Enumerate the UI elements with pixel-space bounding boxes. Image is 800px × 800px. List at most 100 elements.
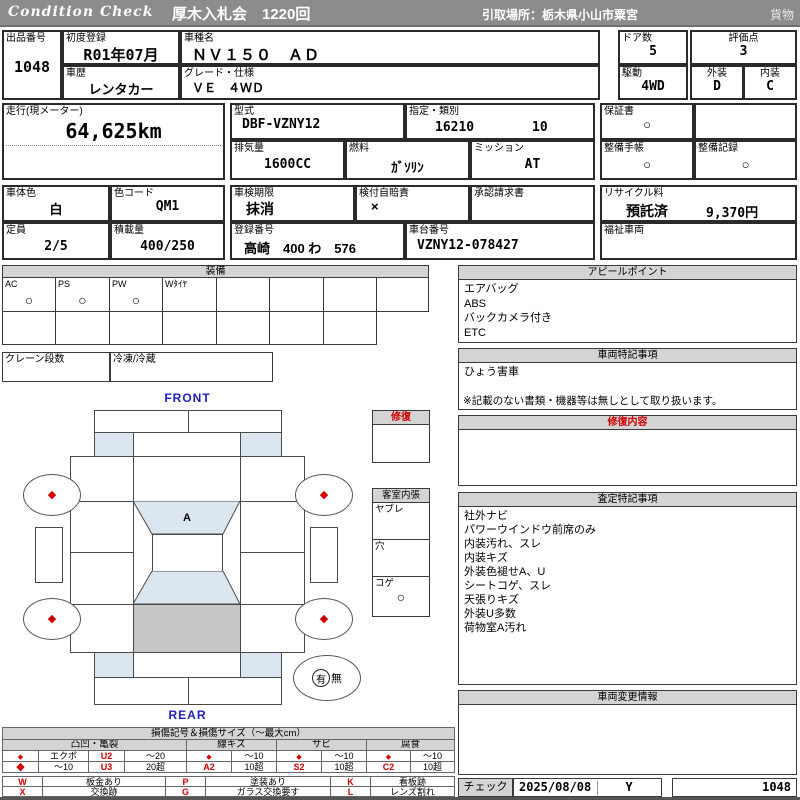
assessment-notes-title: 査定特記事項: [459, 493, 796, 507]
model-code-value: DBF-VZNY12: [242, 117, 321, 132]
equipment-cell-pw: PW ○: [109, 277, 163, 312]
assessment-line: シートコゲ、スレ: [464, 580, 552, 592]
cabin-row-burn: コゲ ○: [375, 578, 406, 605]
transmission-value: AT: [524, 157, 541, 172]
exterior-grade-value: D: [713, 79, 721, 94]
color-code-label: 色コード: [114, 188, 154, 199]
assessment-line: 荷物室A汚れ: [464, 622, 527, 634]
equipment-title: 装備: [205, 266, 226, 277]
grade-label: グレード・仕様: [184, 68, 254, 79]
assessment-line: パワーウインドウ前席のみ: [464, 524, 596, 536]
class-value-1: 16210: [435, 120, 475, 135]
recycle-fee-cell: リサイクル料 預託済 9,370円: [600, 185, 797, 222]
fuel-cell: 燃料 ｶﾞｿﾘﾝ: [345, 140, 470, 180]
cabin-lining-box: 客室内張 ヤブレ 穴 コゲ ○: [372, 488, 430, 617]
fuel-label: 燃料: [349, 143, 369, 154]
condition-check-sheet: Condition Check 厚木入札会 1220回 引取場所：栃木県小山市粟…: [0, 0, 800, 800]
legend-r2-sym: S2: [276, 761, 322, 773]
legend-desc-x: 交換跡: [42, 786, 166, 797]
registration-number-value: 高崎 400 わ 576: [244, 241, 356, 256]
color-code-cell: 色コード QM1: [110, 185, 225, 222]
class-label: 指定・類別: [409, 106, 459, 117]
approval-request-label: 承認請求書: [474, 188, 524, 199]
capacity-value: 2/5: [44, 239, 68, 254]
assessment-line: 外装色褪せA、U: [464, 566, 546, 578]
equipment-row2-cell: [55, 311, 110, 345]
recycle-fee-label: リサイクル料: [604, 188, 664, 199]
vehicle-change-info-panel: 車両変更情報: [458, 690, 797, 775]
model-code-cell: 型式 DBF-VZNY12: [230, 103, 405, 140]
legend-r2-val: 10超: [410, 761, 455, 773]
legend-r2-val: 10超: [231, 761, 277, 773]
roof: [152, 534, 223, 572]
maintenance-book-value: ○: [643, 157, 651, 172]
assessment-line: 社外ナビ: [464, 510, 508, 522]
warranty-label: 保証書: [604, 106, 634, 117]
vehicle-category-label: 貨物: [769, 8, 794, 22]
history-value: レンタカー: [88, 82, 154, 97]
chassis-number-cell: 車台番号 VZNY12-078427: [405, 222, 595, 260]
first-registration-cell: 初度登録 R01年07月: [62, 30, 180, 65]
rear-bumper-left: [94, 677, 189, 705]
history-label: 車歴: [66, 68, 86, 79]
front-right-wheel: ◆: [295, 474, 353, 516]
lot-number-label: 出品番号: [6, 33, 46, 44]
legend-r2-sym: ◆: [2, 761, 39, 773]
load-capacity-label: 積載量: [114, 225, 144, 236]
body-color-value: 白: [49, 202, 63, 217]
front-corner-right: [240, 432, 282, 457]
maintenance-book-cell: 整備手帳 ○: [600, 140, 694, 180]
repair-detail-panel: 修復内容: [458, 415, 797, 486]
insurance-label: 検付自賠責: [359, 188, 409, 199]
maintenance-book-label: 整備手帳: [604, 143, 644, 154]
legend-code-x: X: [2, 786, 43, 797]
warranty-cell: 保証書 ○: [600, 103, 694, 140]
cargo-area: [133, 604, 241, 653]
appeal-line: ABS: [464, 297, 487, 310]
fuel-value: ｶﾞｿﾘﾝ: [391, 161, 424, 176]
vehicle-notes-title: 車両特記事項: [459, 349, 796, 363]
displacement-cell: 排気量 1600CC: [230, 140, 345, 180]
auction-title: 厚木入札会 1220回: [172, 6, 311, 23]
drive-cell: 駆動 4WD: [618, 65, 688, 100]
right-rear-door: [240, 552, 305, 605]
registration-number-label: 登録番号: [234, 225, 274, 236]
crane-steps-cell: クレーン段数: [2, 352, 110, 382]
fridge-freezer-cell: 冷凍/冷蔵: [110, 352, 273, 382]
body-color-cell: 車体色 白: [2, 185, 110, 222]
rear-panel: [133, 652, 241, 678]
insurance-cell: 検付自賠責 ×: [355, 185, 470, 222]
check-number-cell: 1048: [672, 778, 797, 797]
repair-detail-body: [459, 430, 796, 434]
check-label-cell: チェック: [458, 778, 513, 797]
lot-number-value: 1048: [13, 58, 51, 76]
color-code-value: QM1: [155, 199, 180, 214]
windshield-damage-mark: A: [183, 512, 191, 524]
model-name-cell: 車種名 ＮＶ１５０ ＡＤ: [180, 30, 600, 65]
equipment-row2-cell: [269, 311, 324, 345]
appeal-line: エアバッグ: [464, 283, 519, 295]
exterior-grade-cell: 外装 D: [690, 65, 744, 100]
score-cell: 評価点 3: [690, 30, 797, 65]
welfare-vehicle-cell: 福祉車両: [600, 222, 797, 260]
capacity-label: 定員: [6, 225, 26, 236]
damage-diamond-icon: ◆: [47, 488, 57, 501]
interior-grade-value: C: [766, 79, 774, 94]
rear-corner-right: [240, 652, 282, 678]
check-label: チェック: [463, 781, 508, 793]
cabin-row-tear: ヤブレ: [373, 503, 429, 540]
right-front-door: [240, 501, 305, 553]
equipment-cell-ac: AC ○: [2, 277, 56, 312]
appeal-points-title: アピールポイント: [459, 266, 796, 280]
legend-desc-l: レンズ割れ: [370, 786, 455, 797]
drive-value: 4WD: [641, 79, 665, 94]
assessment-line: 内装キズ: [464, 552, 508, 564]
equipment-row2-cell: [2, 311, 56, 345]
inspection-value: 抹消: [246, 201, 274, 217]
displacement-value: 1600CC: [264, 157, 311, 172]
left-rear-door: [70, 552, 134, 605]
rear-label: REAR: [168, 708, 207, 722]
presence-no: 無: [331, 673, 342, 685]
front-bumper-left: [94, 410, 189, 433]
mileage-cell: 走行(現メーター) 64,625km: [2, 103, 225, 180]
